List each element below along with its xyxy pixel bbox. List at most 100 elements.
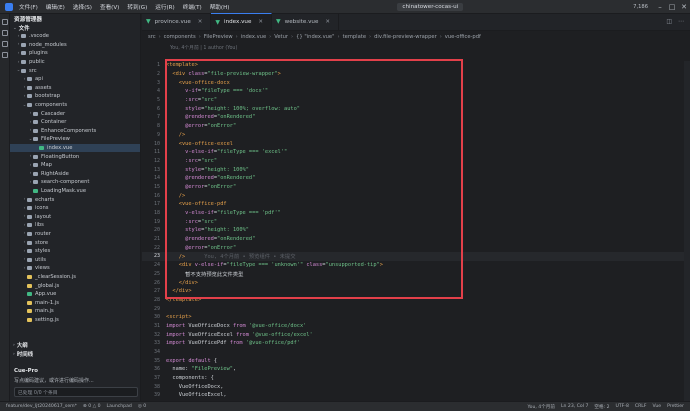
explorer-icon[interactable] — [2, 19, 8, 25]
status-item[interactable]: UTF-8 — [616, 404, 629, 410]
split-editor-icon[interactable]: ◫ — [666, 18, 672, 25]
breadcrumb-item[interactable]: template — [343, 34, 366, 40]
breadcrumb-item[interactable]: div.file-preview-wrapper — [374, 34, 437, 40]
code-line: 7 @rendered="onRendered" — [142, 113, 690, 122]
tree-folder[interactable]: › icons — [10, 204, 140, 213]
tree-folder[interactable]: › layout — [10, 212, 140, 221]
breadcrumb-item[interactable]: Vetur — [274, 34, 288, 40]
vue-file-icon — [33, 188, 38, 193]
tree-folder[interactable]: › Cascader — [10, 109, 140, 118]
minimize-icon[interactable]: – — [654, 3, 666, 11]
editor-tab[interactable]: ▼ province.vue ✕ — [142, 13, 212, 30]
tree-folder[interactable]: › router — [10, 230, 140, 239]
notification-count[interactable]: 7,186 — [633, 4, 648, 10]
breadcrumb-item[interactable]: index.vue — [241, 34, 266, 40]
tree-item-label: plugins — [29, 50, 48, 57]
close-icon[interactable]: ✕ — [325, 19, 330, 25]
tree-item-label: LoadingMask.vue — [41, 187, 87, 194]
code-token: </div> — [166, 288, 192, 295]
tree-folder[interactable]: › Container — [10, 118, 140, 127]
code-token: :src — [166, 157, 198, 164]
tree-folder[interactable]: › .vscode — [10, 32, 140, 41]
tree-folder[interactable]: › assets — [10, 84, 140, 93]
menu-item[interactable]: 查看(V) — [100, 3, 119, 11]
tree-folder[interactable]: › views — [10, 264, 140, 273]
tree-file[interactable]: _global.js — [10, 281, 140, 290]
close-icon[interactable]: ✕ — [258, 19, 263, 25]
files-section-header[interactable]: ⌄ 文件 — [10, 24, 140, 33]
more-actions-icon[interactable]: ⋯ — [678, 18, 684, 25]
editor-tab[interactable]: ▼ index.vue ✕ — [211, 13, 273, 30]
tree-folder[interactable]: › plugins — [10, 49, 140, 58]
tree-folder[interactable]: › node_modules — [10, 41, 140, 50]
menu-list: 文件(F) 编辑(E) 选择(S) 查看(V) 转到(G) 运行(R) 终端(T) 帮助(H) — [19, 3, 237, 11]
menu-item[interactable]: 转到(G) — [127, 3, 147, 11]
menu-item[interactable]: 终端(T) — [183, 3, 202, 11]
tree-file[interactable]: LoadingMask.vue — [10, 187, 140, 196]
maximize-icon[interactable]: □ — [666, 3, 678, 11]
tree-file[interactable]: App.vue — [10, 290, 140, 299]
tree-folder[interactable]: ⌄ FilePreview — [10, 135, 140, 144]
menu-item[interactable]: 选择(S) — [73, 3, 92, 11]
folder-icon — [33, 137, 38, 142]
tree-folder[interactable]: ⌄ components — [10, 101, 140, 110]
code-editor[interactable]: 1 <template> 2 <div class="file-preview-wr… — [142, 59, 690, 401]
status-item[interactable]: feature/dev_ljt20240617_sem* — [6, 404, 77, 409]
tree-file[interactable]: main-1.js — [10, 298, 140, 307]
tree-folder[interactable]: ⌄ src — [10, 66, 140, 75]
breadcrumb-item[interactable]: {} "index.vue" — [296, 34, 334, 40]
status-item[interactable]: Prettier — [667, 404, 684, 410]
outline-section-header[interactable]: › 大纲 — [10, 341, 28, 350]
tree-file[interactable]: setting.js — [10, 316, 140, 325]
status-item[interactable]: Ln 23, Col 7 — [561, 404, 588, 410]
project-switcher[interactable]: chinatower-cocas-ui — [397, 2, 464, 11]
tree-folder[interactable]: › public — [10, 58, 140, 67]
menu-item[interactable]: 帮助(H) — [210, 3, 230, 11]
code-token: "onRendered" — [217, 236, 256, 243]
menu-item[interactable]: 运行(R) — [155, 3, 174, 11]
code-line: 21 @rendered="onRendered" — [142, 235, 690, 244]
breadcrumb-item[interactable]: vue-office-pdf — [445, 34, 481, 40]
status-item[interactable]: Launchpad — [107, 404, 132, 409]
tree-folder[interactable]: › styles — [10, 247, 140, 256]
search-icon[interactable] — [2, 30, 8, 36]
extensions-icon[interactable] — [2, 52, 8, 58]
menu-item[interactable]: 编辑(E) — [46, 3, 65, 11]
tree-folder[interactable]: › utils — [10, 255, 140, 264]
tree-folder[interactable]: › search-component — [10, 178, 140, 187]
status-item[interactable]: ◎ 0 — [138, 404, 146, 409]
status-item[interactable]: ⊗ 0 △ 0 — [83, 404, 101, 409]
tree-folder[interactable]: › echarts — [10, 195, 140, 204]
tree-folder[interactable]: › RightAside — [10, 170, 140, 179]
tree-file[interactable]: main.js — [10, 307, 140, 316]
menu-item[interactable]: 文件(F) — [19, 3, 38, 11]
status-item[interactable]: 空格: 2 — [594, 404, 609, 410]
cue-pro-input[interactable]: 已处理 0/0 个条目 — [14, 387, 138, 397]
tree-folder[interactable]: › EnhanceComponents — [10, 127, 140, 136]
status-item[interactable]: You, 4个月前 — [527, 404, 555, 410]
tree-folder[interactable]: › Map — [10, 161, 140, 170]
code-token: '@vue-office/excel' — [252, 331, 313, 338]
timeline-section-header[interactable]: › 时间线 — [10, 350, 33, 359]
tree-folder[interactable]: › libs — [10, 221, 140, 230]
editor-tab[interactable]: ▼ website.vue ✕ — [272, 13, 339, 30]
breadcrumb-item[interactable]: components — [164, 34, 196, 40]
codelens-author[interactable]: You, 4个月前 | 1 author (You) — [142, 43, 690, 52]
tree-folder[interactable]: › api — [10, 75, 140, 84]
breadcrumb-item[interactable]: FilePreview — [204, 34, 233, 40]
source-control-icon[interactable] — [2, 41, 8, 47]
tree-file[interactable]: _clearSession.js — [10, 273, 140, 282]
status-item[interactable]: CRLF — [635, 404, 647, 410]
tree-folder[interactable]: › store — [10, 238, 140, 247]
close-icon[interactable]: ✕ — [678, 3, 690, 11]
close-icon[interactable]: ✕ — [198, 19, 203, 25]
tree-item-label: layout — [35, 213, 52, 220]
tree-folder[interactable]: › bootstrap — [10, 92, 140, 101]
chevron-right-icon: › — [439, 34, 442, 40]
tree-folder[interactable]: › FloatingButton — [10, 152, 140, 161]
status-item[interactable]: Vue — [653, 404, 662, 410]
breadcrumb-item[interactable]: src — [148, 34, 156, 40]
line-number: 26 — [153, 279, 160, 286]
editor-scrollbar[interactable] — [684, 61, 690, 401]
tree-file[interactable]: index.vue — [10, 143, 140, 153]
